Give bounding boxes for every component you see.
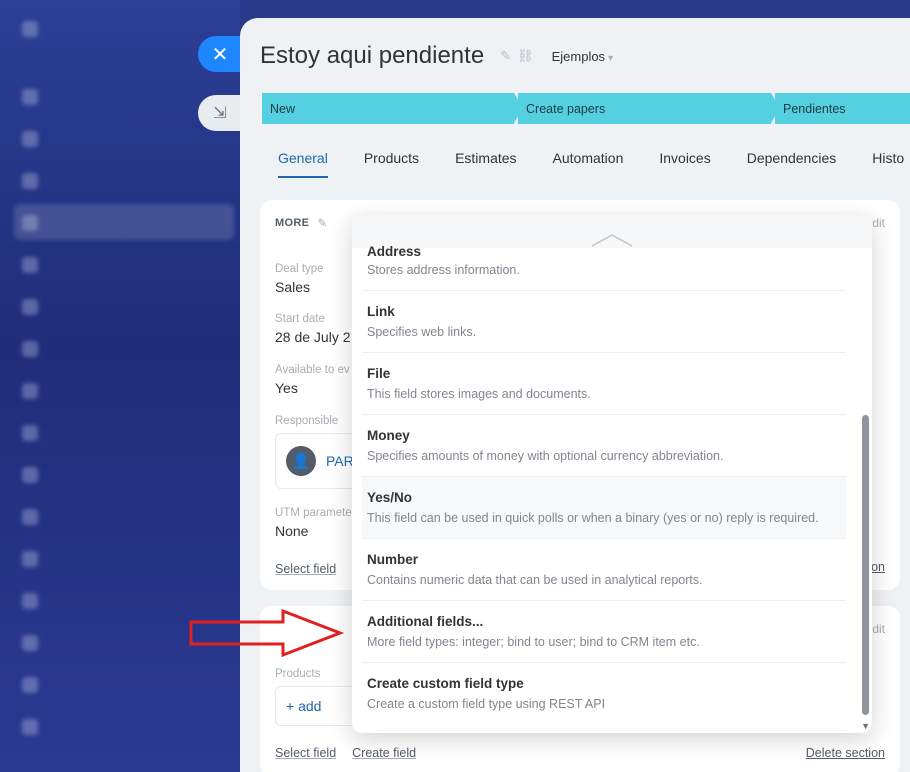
tab-bar: General Products Estimates Automation In… — [278, 150, 904, 178]
user-avatar-icon: 👤 — [286, 446, 316, 476]
deal-title: Estoy aqui pendiente — [260, 42, 485, 69]
sidebar-row — [22, 340, 38, 358]
create-field-link[interactable]: Create field — [352, 746, 416, 760]
sidebar-row — [22, 298, 38, 316]
edit-link[interactable]: dit — [872, 622, 885, 636]
category-label: Ejemplos — [551, 48, 606, 64]
option-additional-fields[interactable]: Additional fields... More field types: i… — [362, 601, 846, 663]
option-create-custom-field-type[interactable]: Create custom field type Create a custom… — [362, 663, 846, 725]
field-deal-type: Deal type Sales — [275, 263, 324, 295]
field-products: Products — [275, 668, 321, 680]
popup-scrollbar[interactable] — [862, 415, 869, 715]
option-file[interactable]: File This field stores images and docume… — [362, 353, 846, 415]
option-link[interactable]: Link Specifies web links. — [362, 291, 846, 353]
scroll-down-arrow-icon[interactable]: ▼ — [861, 721, 870, 731]
sidebar-row — [22, 550, 38, 568]
tab-dependencies[interactable]: Dependencies — [747, 150, 837, 178]
chevron-up-icon — [591, 234, 633, 247]
field-type-list: Address Stores address information. Link… — [362, 244, 846, 725]
stage-create-papers[interactable]: Create papers — [518, 93, 780, 124]
select-field-link[interactable]: Select field — [275, 562, 336, 576]
category-selector[interactable]: Ejemplos ▾ — [552, 49, 614, 64]
select-field-link[interactable]: Select field — [275, 746, 336, 760]
field-available: Available to ev Yes — [275, 364, 350, 396]
tab-automation[interactable]: Automation — [553, 150, 624, 178]
option-money[interactable]: Money Specifies amounts of money with op… — [362, 415, 846, 477]
sidebar-row — [22, 676, 38, 694]
pencil-icon[interactable]: ✎ — [317, 216, 327, 230]
popup-scroll-up[interactable] — [352, 215, 872, 248]
minimize-slider-button[interactable]: ⇲ — [198, 95, 242, 131]
sidebar-row — [22, 88, 38, 106]
pencil-icon[interactable]: ✎ — [500, 48, 511, 64]
close-slider-button[interactable]: ✕ — [198, 36, 242, 72]
sidebar-row — [22, 382, 38, 400]
stage-pendientes[interactable]: Pendientes — [775, 93, 910, 124]
chevron-down-icon: ▾ — [608, 52, 614, 64]
sidebar-row — [22, 634, 38, 652]
sidebar-row — [22, 424, 38, 442]
edit-link[interactable]: dit — [872, 216, 885, 230]
stage-bar: New Create papers Pendientes — [262, 93, 910, 124]
field-responsible: Responsible — [275, 415, 339, 427]
section-header: MORE ✎ — [275, 216, 328, 230]
option-yes-no[interactable]: Yes/No This field can be used in quick p… — [362, 477, 846, 539]
link-icon[interactable]: ⛓ — [517, 48, 534, 64]
field-type-popup: Address Stores address information. Link… — [352, 215, 872, 733]
tab-general[interactable]: General — [278, 150, 328, 178]
delete-section-link[interactable]: Delete section — [806, 746, 885, 760]
responsible-name[interactable]: PAR — [326, 453, 354, 469]
tab-invoices[interactable]: Invoices — [659, 150, 710, 178]
minimize-icon: ⇲ — [213, 105, 227, 122]
sidebar-row — [22, 172, 38, 190]
sidebar-row — [22, 130, 38, 148]
tab-products[interactable]: Products — [364, 150, 419, 178]
sidebar-row — [22, 20, 38, 38]
sidebar-row — [22, 466, 38, 484]
field-start-date: Start date 28 de July 2 — [275, 313, 351, 345]
sidebar-row — [22, 718, 38, 736]
sidebar-active-item — [14, 204, 234, 240]
option-address[interactable]: Address Stores address information. — [362, 244, 846, 291]
sidebar-row — [22, 508, 38, 526]
section-right-link[interactable]: on — [871, 560, 885, 574]
sidebar-row — [22, 256, 38, 274]
tab-history[interactable]: Histo — [872, 150, 904, 178]
red-arrow-annotation-icon — [189, 608, 345, 658]
tab-estimates[interactable]: Estimates — [455, 150, 516, 178]
stage-new[interactable]: New — [262, 93, 523, 124]
sidebar-row — [22, 592, 38, 610]
option-number[interactable]: Number Contains numeric data that can be… — [362, 539, 846, 601]
sidebar-row — [22, 214, 38, 232]
page-title: Estoy aqui pendiente ✎ ⛓ Ejemplos ▾ — [260, 42, 613, 70]
close-icon: ✕ — [211, 43, 229, 66]
field-utm: UTM paramete None — [275, 507, 352, 539]
